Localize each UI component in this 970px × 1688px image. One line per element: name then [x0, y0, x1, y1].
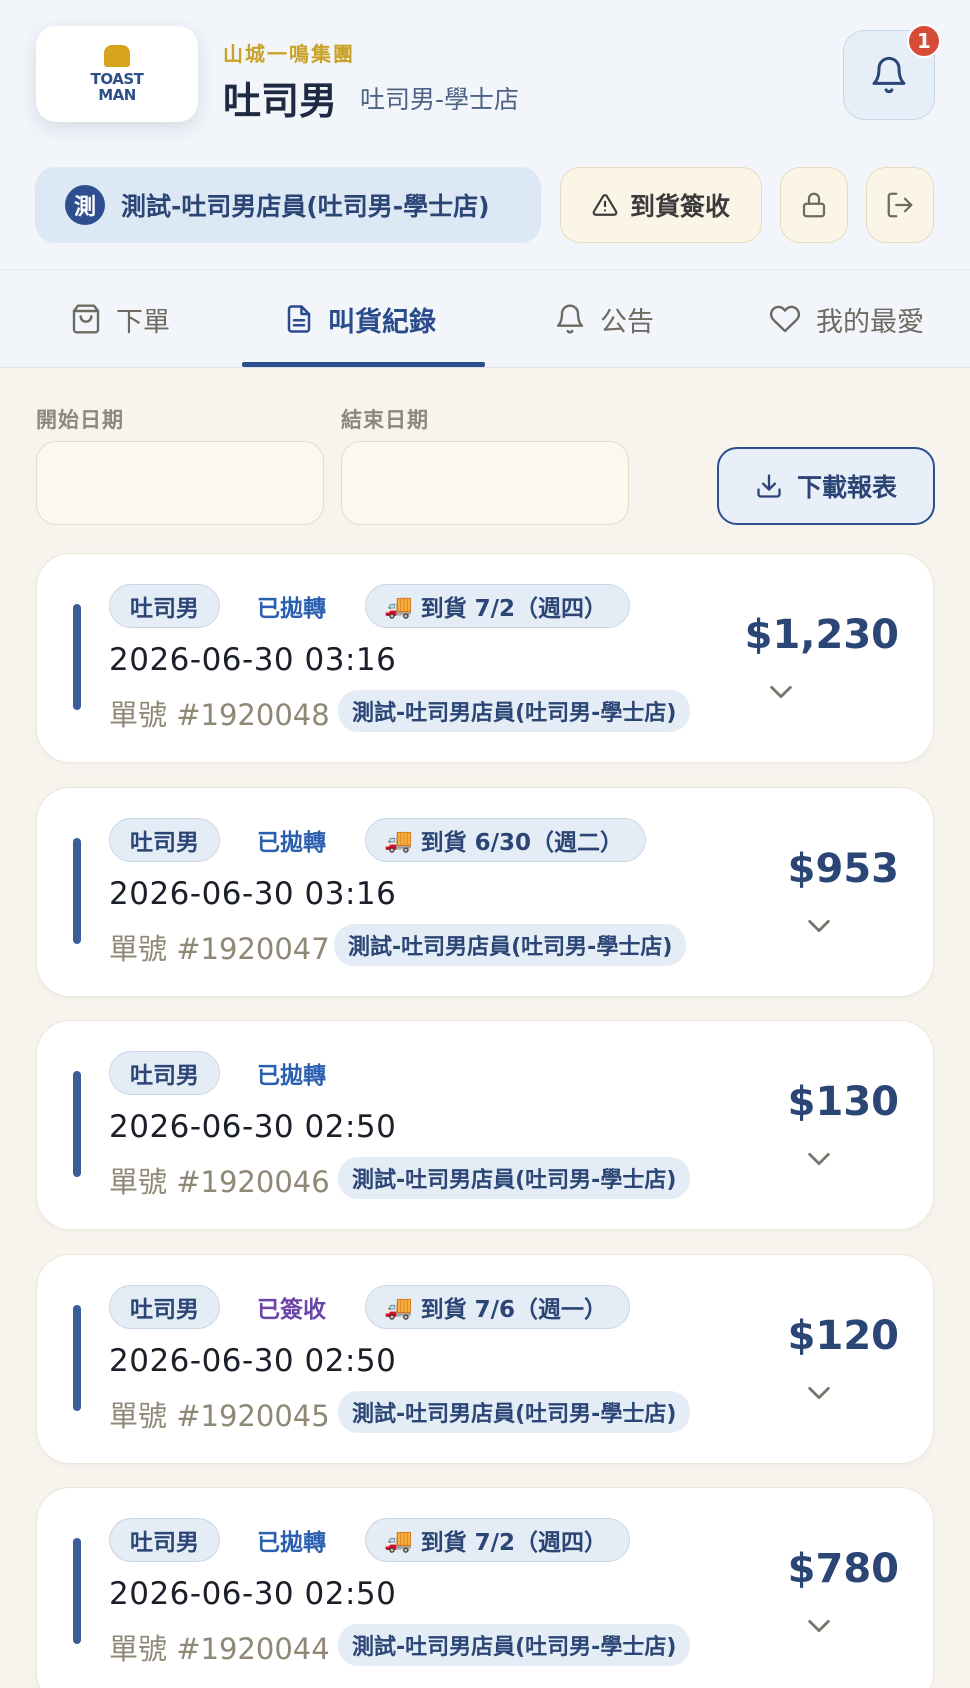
tab-order-history-label: 叫貨紀錄: [328, 306, 436, 338]
order-amount: $953: [787, 846, 899, 892]
logo-text-line1: TOAST: [90, 70, 144, 88]
tab-favorites-label: 我的最愛: [816, 306, 924, 338]
staff-tag: 測試-吐司男店員(吐司男-學士店): [334, 924, 687, 966]
document-icon: [287, 305, 311, 333]
brand-tag: 吐司男: [109, 1285, 220, 1329]
order-status: 已拋轉: [257, 596, 326, 622]
order-number: 單號 #1920048: [109, 698, 330, 732]
notification-badge: 1: [907, 24, 941, 58]
truck-icon: 🚚: [384, 593, 413, 620]
card-accent-bar: [73, 1305, 81, 1411]
order-status: 已簽收: [257, 1297, 326, 1323]
current-user-chip[interactable]: 測 測試-吐司男店員(吐司男-學士店): [35, 167, 541, 243]
order-time: 2026-06-30 03:16: [109, 876, 397, 912]
shopping-bag-icon: [72, 304, 100, 334]
order-status: 已拋轉: [257, 1530, 326, 1556]
chevron-down-icon[interactable]: [767, 682, 795, 702]
order-time: 2026-06-30 02:50: [109, 1576, 397, 1612]
warning-triangle-icon: [592, 194, 618, 216]
lock-button[interactable]: [780, 167, 848, 243]
logo-text: TOAST MAN: [91, 71, 144, 103]
start-date-input[interactable]: [36, 441, 324, 525]
brand-logo: TOAST MAN: [36, 26, 198, 122]
brand-name: 吐司男: [223, 79, 338, 123]
delivery-date: 到貨 6/30（週二）: [420, 830, 624, 856]
bell-icon: [872, 56, 906, 94]
brand-tag: 吐司男: [109, 1518, 220, 1562]
order-number: 單號 #1920046: [109, 1165, 330, 1199]
start-date-label: 開始日期: [36, 408, 124, 432]
card-accent-bar: [73, 838, 81, 944]
user-avatar: 測: [65, 185, 105, 225]
active-tab-indicator: [242, 362, 485, 367]
order-number: 單號 #1920044: [109, 1632, 330, 1666]
tab-order[interactable]: 下單: [70, 270, 170, 368]
order-card[interactable]: 吐司男 已簽收 🚚 到貨 7/6（週一） 2026-06-30 02:50 單號…: [36, 1254, 934, 1464]
group-name: 山城一鳴集團: [223, 42, 355, 66]
truck-icon: 🚚: [384, 1527, 413, 1554]
chevron-down-icon[interactable]: [805, 1383, 833, 1403]
tab-announcements[interactable]: 公告: [554, 270, 654, 368]
store-name: 吐司男-學士店: [360, 85, 520, 114]
order-time: 2026-06-30 02:50: [109, 1343, 397, 1379]
app-header: TOAST MAN 山城一鳴集團 吐司男 吐司男-學士店 1 測 測試-吐司男店…: [0, 0, 970, 270]
truck-icon: 🚚: [384, 827, 413, 854]
end-date-label: 結束日期: [341, 408, 429, 432]
staff-tag: 測試-吐司男店員(吐司男-學士店): [338, 1624, 691, 1666]
tab-favorites[interactable]: 我的最愛: [768, 270, 924, 368]
order-status: 已拋轉: [257, 830, 326, 856]
receive-delivery-label: 到貨簽收: [629, 192, 730, 221]
tab-announcements-label: 公告: [600, 306, 654, 338]
delivery-tag: 🚚 到貨 7/6（週一）: [365, 1285, 631, 1329]
order-card[interactable]: 吐司男 已拋轉 🚚 到貨 6/30（週二） 2026-06-30 03:16 單…: [36, 787, 934, 997]
chevron-down-icon[interactable]: [805, 1616, 833, 1636]
end-date-input[interactable]: [341, 441, 629, 525]
order-amount: $780: [787, 1546, 899, 1592]
delivery-tag: 🚚 到貨 6/30（週二）: [365, 818, 647, 862]
download-report-button[interactable]: 下載報表: [717, 447, 935, 525]
card-accent-bar: [73, 604, 81, 710]
lock-icon: [802, 192, 826, 218]
chevron-down-icon[interactable]: [805, 1149, 833, 1169]
brand-tag: 吐司男: [109, 818, 220, 862]
delivery-date: 到貨 7/2（週四）: [420, 596, 608, 622]
order-card[interactable]: 吐司男 已拋轉 🚚 到貨 7/2（週四） 2026-06-30 02:50 單號…: [36, 1487, 934, 1688]
receive-delivery-button[interactable]: 到貨簽收: [560, 167, 762, 243]
download-icon: [757, 474, 781, 498]
tab-order-label: 下單: [116, 306, 170, 338]
logout-button[interactable]: [866, 167, 934, 243]
bell-icon: [556, 304, 584, 334]
brand-tag: 吐司男: [109, 1051, 220, 1095]
delivery-date: 到貨 7/2（週四）: [420, 1530, 608, 1556]
staff-tag: 測試-吐司男店員(吐司男-學士店): [338, 1391, 691, 1433]
logo-text-line2: MAN: [98, 86, 136, 104]
truck-icon: 🚚: [384, 1294, 413, 1321]
delivery-tag: 🚚 到貨 7/2（週四）: [365, 584, 631, 628]
order-amount: $1,230: [744, 612, 899, 658]
order-amount: $120: [787, 1313, 899, 1359]
staff-tag: 測試-吐司男店員(吐司男-學士店): [338, 1157, 691, 1199]
order-card[interactable]: 吐司男 已拋轉 🚚 到貨 7/2（週四） 2026-06-30 03:16 單號…: [36, 553, 934, 763]
user-name: 測試-吐司男店員(吐司男-學士店): [121, 192, 490, 221]
delivery-tag: 🚚 到貨 7/2（週四）: [365, 1518, 631, 1562]
staff-tag: 測試-吐司男店員(吐司男-學士店): [338, 690, 691, 732]
heart-icon: [769, 305, 801, 333]
download-report-label: 下載報表: [796, 473, 897, 502]
order-amount: $130: [787, 1079, 899, 1125]
toast-icon: [104, 45, 130, 67]
order-time: 2026-06-30 02:50: [109, 1109, 397, 1145]
order-card[interactable]: 吐司男 已拋轉 2026-06-30 02:50 單號 #1920046 測試-…: [36, 1020, 934, 1230]
order-number: 單號 #1920045: [109, 1399, 330, 1433]
order-status: 已拋轉: [257, 1063, 326, 1089]
card-accent-bar: [73, 1071, 81, 1177]
brand-tag: 吐司男: [109, 584, 220, 628]
order-time: 2026-06-30 03:16: [109, 642, 397, 678]
order-number: 單號 #1920047: [109, 932, 330, 966]
logout-icon: [887, 192, 913, 218]
card-accent-bar: [73, 1538, 81, 1644]
tab-order-history[interactable]: 叫貨紀錄: [284, 270, 436, 368]
delivery-date: 到貨 7/6（週一）: [420, 1297, 608, 1323]
main-tabs: 下單 叫貨紀錄 公告 我的最愛: [0, 270, 970, 368]
chevron-down-icon[interactable]: [805, 916, 833, 936]
